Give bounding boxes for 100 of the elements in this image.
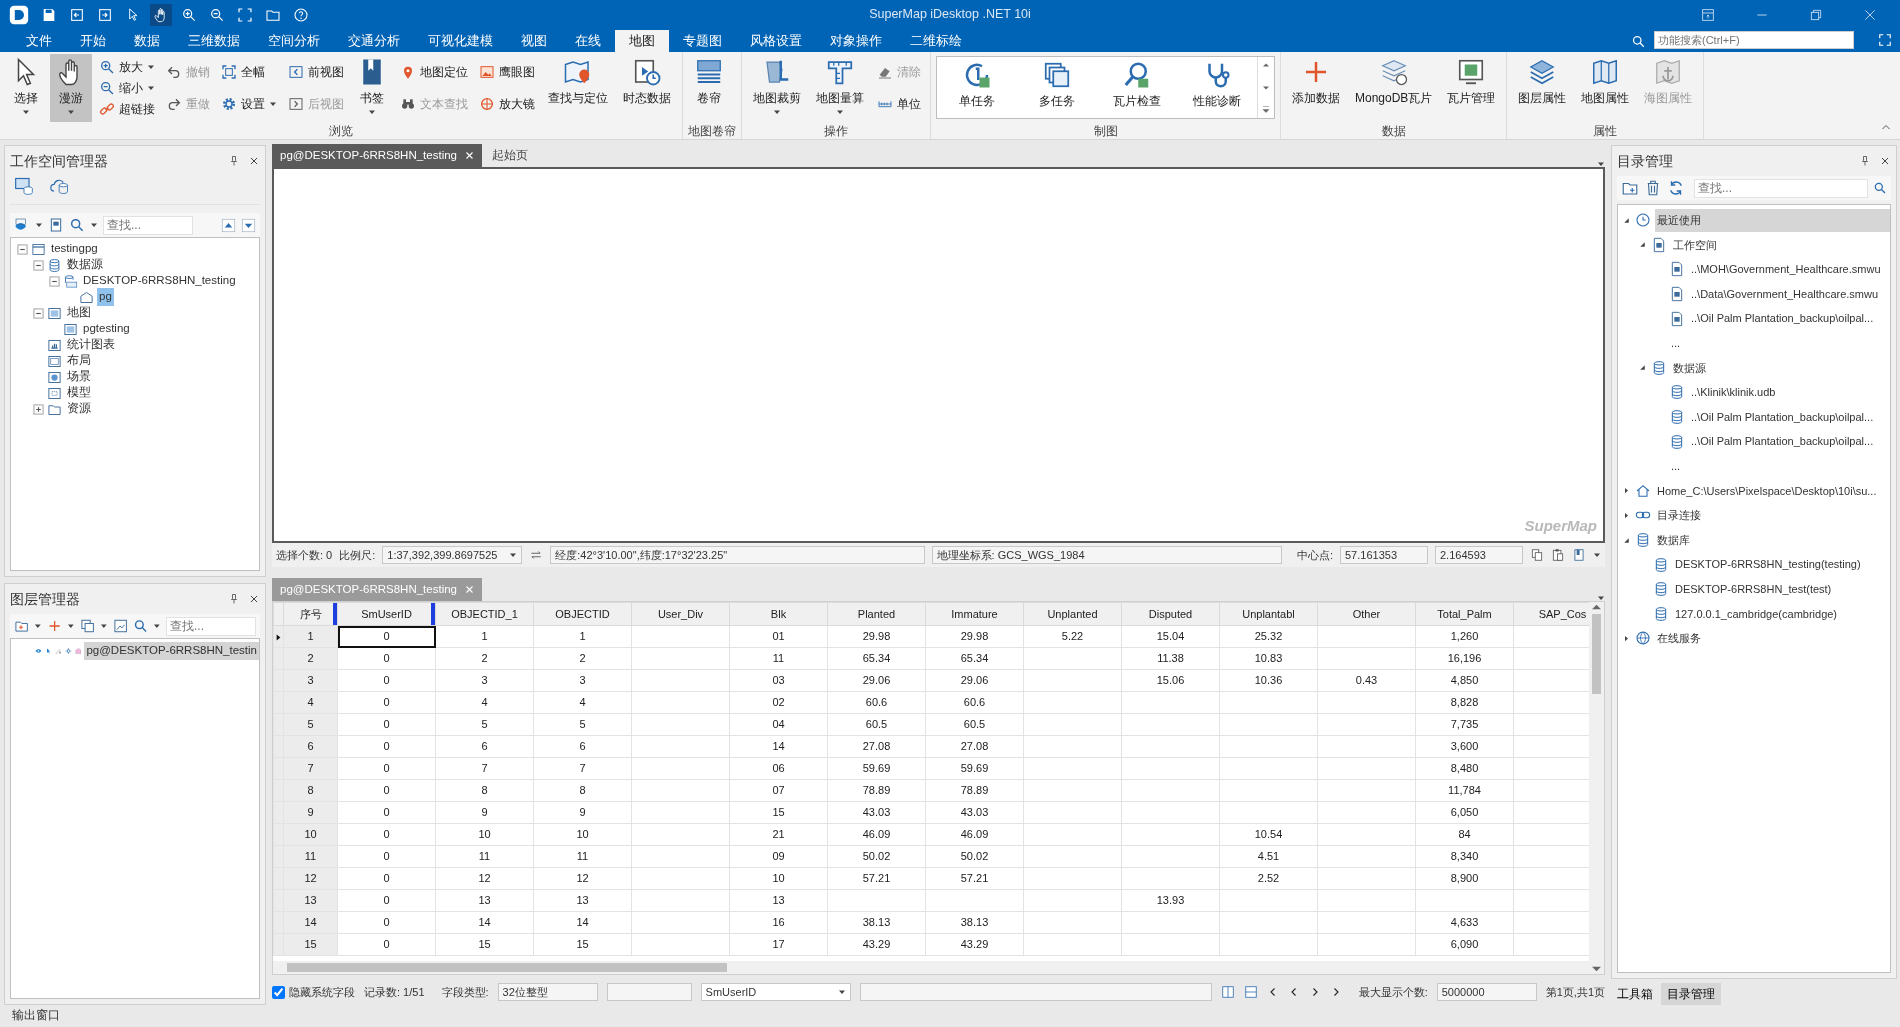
feature-search-field[interactable]: 功能搜索(Ctrl+F) xyxy=(1654,31,1854,49)
full-extent-icon[interactable] xyxy=(237,6,253,23)
help-icon[interactable] xyxy=(293,6,309,23)
search-icon[interactable] xyxy=(1873,181,1887,195)
ribbon-button[interactable]: 地图量算 xyxy=(810,54,870,122)
tree-item[interactable]: ... xyxy=(1669,332,1890,355)
ribbon-button[interactable]: 图层属性 xyxy=(1512,54,1573,122)
triangle-collapsed-icon[interactable] xyxy=(1622,486,1631,496)
caret-icon[interactable] xyxy=(147,85,155,91)
tree-item[interactable]: 场景 xyxy=(65,368,93,386)
fullscreen-icon[interactable] xyxy=(1878,32,1892,47)
search-field[interactable]: 查找... xyxy=(1694,178,1868,198)
tree-item[interactable]: ... xyxy=(1669,455,1890,478)
caret-icon[interactable] xyxy=(34,623,42,629)
ribbon-button[interactable]: 缩小 xyxy=(95,78,159,98)
tree-item[interactable]: 127.0.0.1_cambridge(cambridge) xyxy=(1673,602,1890,626)
column-header[interactable]: SAP_Cos xyxy=(1513,602,1590,626)
ribbon-button[interactable]: 瓦片检查 xyxy=(1097,57,1177,118)
column-header[interactable]: Other xyxy=(1317,602,1416,626)
menu-tab[interactable]: 可视化建模 xyxy=(414,30,507,52)
scale-dropdown[interactable]: 1:37,392,399.8697525 xyxy=(382,546,523,564)
caret-icon[interactable] xyxy=(837,989,846,995)
ribbon-button[interactable]: 放大镜 xyxy=(475,94,539,114)
panel-tab[interactable]: 工具箱 xyxy=(1611,983,1659,1005)
column-header[interactable]: SmUserID xyxy=(337,602,436,626)
menu-tab[interactable]: 对象操作 xyxy=(816,30,896,52)
scroll-more-icon[interactable] xyxy=(1260,104,1272,116)
tree-item[interactable]: 布局 xyxy=(65,352,93,370)
search-icon[interactable] xyxy=(1631,34,1646,49)
center-y-field[interactable]: 2.164593 xyxy=(1435,546,1523,564)
split-horizontal-icon[interactable] xyxy=(1243,985,1258,999)
caret-icon[interactable] xyxy=(509,552,518,558)
triangle-collapsed-icon[interactable] xyxy=(1622,510,1631,520)
checkbox-label[interactable]: 隐藏系统字段 xyxy=(289,983,355,1001)
book-icon[interactable] xyxy=(1572,548,1586,562)
import-icon[interactable] xyxy=(69,6,85,23)
ribbon-button[interactable]: 书签 xyxy=(351,54,393,122)
overlapping-squares-icon[interactable] xyxy=(79,618,96,634)
column-header[interactable]: Immature xyxy=(925,602,1024,626)
menu-tab[interactable]: 空间分析 xyxy=(254,30,334,52)
menu-tab[interactable]: 地图 xyxy=(615,30,669,52)
caret-icon[interactable] xyxy=(90,222,98,228)
menu-tab[interactable]: 视图 xyxy=(507,30,561,52)
logo-icon[interactable] xyxy=(9,4,29,25)
caret-icon[interactable] xyxy=(67,623,75,629)
close-icon[interactable] xyxy=(248,593,260,605)
swap-arrows-icon[interactable] xyxy=(529,548,544,562)
triangle-up-icon[interactable] xyxy=(221,217,236,233)
document-tab[interactable]: 起始页 xyxy=(484,143,536,167)
collapse-box-icon[interactable] xyxy=(17,243,28,255)
ribbon-button[interactable]: 时态数据 xyxy=(617,54,677,122)
ribbon-button[interactable]: 漫游 xyxy=(50,54,92,122)
caret-icon[interactable] xyxy=(67,109,75,115)
refresh-icon[interactable] xyxy=(1667,179,1685,197)
collapse-box-icon[interactable] xyxy=(33,259,44,271)
ribbon-button[interactable]: 卷帘 xyxy=(688,54,730,122)
ribbon-button[interactable]: 单任务 xyxy=(937,57,1017,118)
scroll-up-icon[interactable] xyxy=(1592,604,1602,610)
menu-tab[interactable]: 文件 xyxy=(12,30,66,52)
tree-item[interactable]: testingpg xyxy=(49,240,100,258)
column-header[interactable]: OBJECTID xyxy=(533,602,632,626)
ribbon-button[interactable]: 地图属性 xyxy=(1575,54,1636,122)
column-header[interactable]: Disputed xyxy=(1121,602,1220,626)
save-icon[interactable] xyxy=(41,6,57,23)
column-header[interactable]: Total_Palm xyxy=(1415,602,1514,626)
column-header[interactable]: Blk xyxy=(729,602,828,626)
tree-item[interactable]: 资源 xyxy=(65,400,93,418)
tree-item[interactable]: ..\Oil Palm Plantation_backup\oilpal... xyxy=(1689,430,1890,453)
menu-tab[interactable]: 交通分析 xyxy=(334,30,414,52)
caret-icon[interactable] xyxy=(773,109,781,115)
ribbon-button[interactable]: 前视图 xyxy=(284,62,348,82)
field-dropdown[interactable]: SmUserID xyxy=(700,983,851,1001)
ribbon-button[interactable]: 鹰眼图 xyxy=(475,62,539,82)
caret-icon[interactable] xyxy=(269,101,277,107)
center-x-field[interactable]: 57.161353 xyxy=(1340,546,1428,564)
ribbon-button[interactable]: 地图定位 xyxy=(396,62,472,82)
input-field[interactable] xyxy=(606,983,692,1001)
tree-item[interactable]: ..\Oil Palm Plantation_backup\oilpal... xyxy=(1689,307,1890,330)
max-count-field[interactable]: 5000000 xyxy=(1436,983,1537,1001)
copy-icon[interactable] xyxy=(1530,548,1544,562)
tree-item[interactable]: ..\Data\Government_Healthcare.smwu xyxy=(1689,282,1890,306)
caret-icon[interactable] xyxy=(35,222,43,228)
caret-icon[interactable] xyxy=(836,109,844,115)
column-header[interactable]: OBJECTID_1 xyxy=(435,602,534,626)
tree-item[interactable]: 在线服务 xyxy=(1655,627,1890,650)
scroll-down-icon[interactable] xyxy=(1592,966,1602,972)
export-icon[interactable] xyxy=(97,6,113,23)
tree-item[interactable]: DESKTOP-6RRS8HN_testing xyxy=(81,272,238,290)
collapse-box-icon[interactable] xyxy=(49,275,60,287)
caret-icon[interactable] xyxy=(153,623,161,629)
output-window-tab[interactable]: 输出窗口 xyxy=(12,1007,60,1025)
column-header[interactable]: Unplanted xyxy=(1023,602,1122,626)
tree-item[interactable]: 数据源 xyxy=(65,256,105,274)
column-header[interactable]: User_Div xyxy=(631,602,730,626)
pushpin-icon[interactable] xyxy=(1859,155,1871,167)
caret-icon[interactable] xyxy=(100,623,108,629)
triangle-expanded-icon[interactable] xyxy=(1638,363,1647,373)
input-field[interactable] xyxy=(859,983,1212,1001)
collapse-box-icon[interactable] xyxy=(33,307,44,319)
menu-tab[interactable]: 专题图 xyxy=(669,30,736,52)
